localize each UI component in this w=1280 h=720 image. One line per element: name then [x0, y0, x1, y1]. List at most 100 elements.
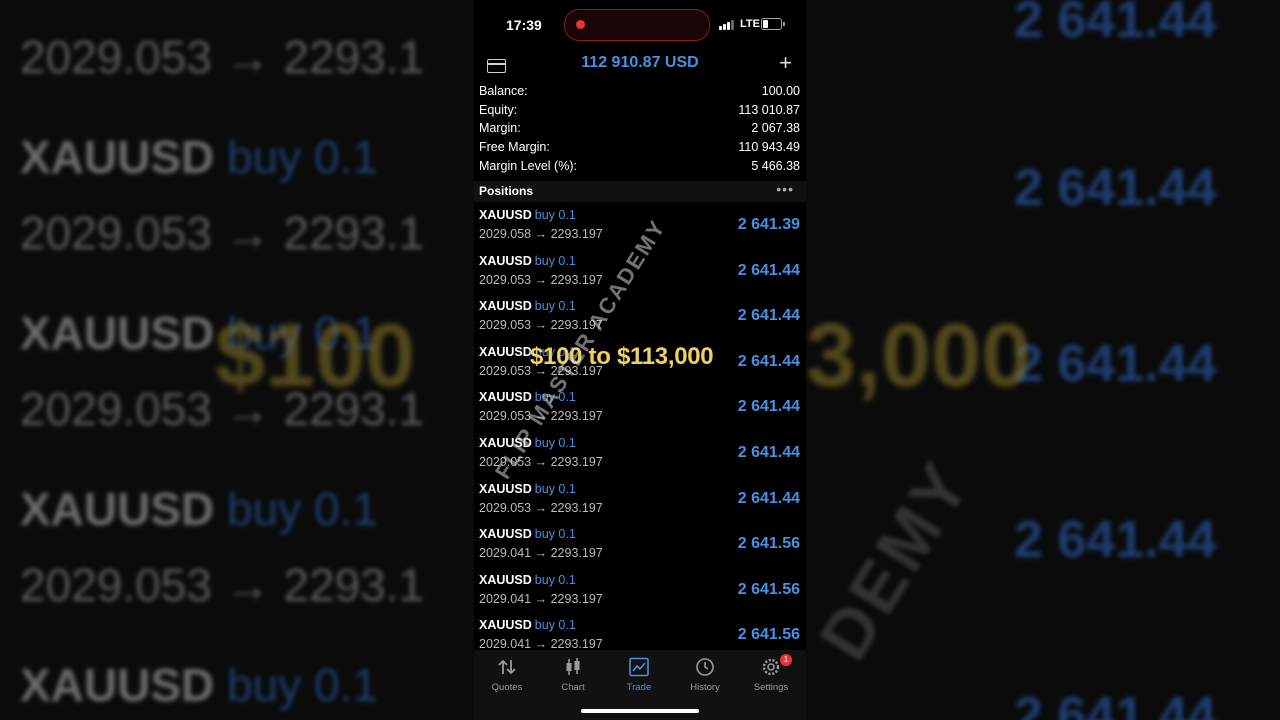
position-profit: 2 641.44 — [737, 307, 800, 325]
position-prices: 2029.041 → 2293.197 — [479, 546, 603, 561]
summary-label: Margin Level (%): — [479, 158, 577, 173]
position-symbol: XAUUSD — [479, 253, 532, 268]
record-dot-icon — [576, 20, 585, 29]
bg-prices-text: 2029.053 → 2293.1 — [20, 31, 425, 83]
position-profit: 2 641.44 — [737, 352, 800, 370]
bg-profit-text: 2 641.44 — [1014, 511, 1217, 569]
tab-label: Chart — [561, 682, 585, 693]
position-row[interactable]: XAUUSD buy 0.1 2029.053 → 2293.197 2 641.44 — [474, 479, 806, 525]
position-symbol-line: XAUUSD buy 0.1 — [479, 527, 576, 541]
positions-header: Positions ••• — [474, 181, 806, 202]
bg-profit-text: 2 641.44 — [1014, 687, 1217, 720]
positions-label: Positions — [479, 184, 534, 198]
position-row[interactable]: XAUUSD buy 0.1 2029.053 → 2293.197 2 641.44 — [474, 296, 806, 342]
bg-prices-text: 2029.053 → 2293.1 — [20, 559, 425, 611]
position-profit: 2 641.44 — [737, 489, 800, 507]
summary-value: 100.00 — [761, 84, 800, 98]
gear-icon — [762, 658, 780, 676]
tab-label: Trade — [626, 682, 652, 693]
position-profit: 2 641.56 — [737, 580, 800, 598]
position-direction: buy 0.1 — [534, 481, 576, 496]
position-symbol: XAUUSD — [479, 344, 532, 359]
bg-profit-text: 2 641.44 — [1014, 0, 1217, 49]
position-symbol-line: XAUUSD buy 0.1 — [479, 254, 576, 268]
position-symbol-line: XAUUSD buy 0.1 — [479, 482, 576, 496]
network-type: LTE — [740, 18, 760, 30]
status-time: 17:39 — [506, 17, 542, 33]
bg-caption-blur: 3,000 — [806, 306, 1032, 406]
summary-value: 110 943.49 — [738, 140, 800, 155]
tab-label: History — [690, 682, 720, 693]
position-profit: 2 641.56 — [737, 535, 800, 553]
position-symbol-line: XAUUSD buy 0.1 — [479, 618, 576, 632]
position-direction: buy 0.1 — [534, 208, 576, 222]
position-direction: buy 0.1 — [534, 253, 576, 268]
candlestick-icon — [566, 658, 580, 675]
position-row[interactable]: XAUUSD buy 0.1 2029.041 → 2293.197 2 641.56 — [474, 524, 806, 570]
position-direction: buy 0.1 — [534, 618, 576, 633]
position-row[interactable]: XAUUSD buy 0.1 2029.041 → 2293.197 2 641.56 — [474, 570, 806, 616]
tab-settings[interactable]: 1 Settings — [738, 650, 804, 696]
summary-row: Balance: 100.00 — [479, 84, 800, 103]
tab-trade[interactable]: Trade — [606, 650, 672, 696]
bg-symbol-line: XAUUSD buy 0.1 — [20, 131, 378, 183]
position-symbol-line: XAUUSD buy 0.1 — [479, 208, 576, 222]
blurred-background-left: 2029.053 → 2293.1 XAUUSD buy 0.1 2029.05… — [0, 0, 474, 720]
trade-chart-icon — [629, 657, 649, 677]
position-profit: 2 641.39 — [737, 216, 800, 233]
summary-value: 113 010.87 — [738, 102, 800, 117]
position-direction: buy 0.1 — [534, 299, 576, 314]
quotes-arrows-icon — [498, 659, 516, 675]
summary-value: 5 466.38 — [751, 158, 800, 173]
more-icon[interactable]: ••• — [776, 181, 794, 197]
summary-label: Equity: — [479, 102, 518, 117]
position-symbol: XAUUSD — [479, 527, 532, 542]
position-direction: buy 0.1 — [534, 572, 576, 587]
tab-label: Quotes — [491, 682, 523, 693]
position-prices: 2029.053 → 2293.197 — [479, 500, 603, 515]
blurred-background-right: 2 641.44 2 641.44 2 641.44 2 641.44 2 64… — [806, 0, 1280, 720]
position-prices: 2029.058 → 2293.197 — [479, 227, 603, 241]
position-prices: 2029.041 → 2293.197 — [479, 591, 603, 606]
summary-value: 2 067.38 — [751, 121, 800, 136]
position-symbol: XAUUSD — [479, 572, 532, 587]
account-summary: Balance: 100.00 Equity: 113 010.87 Margin: 2 … — [479, 84, 800, 177]
position-prices: 2029.053 → 2293.197 — [479, 272, 603, 287]
position-symbol: XAUUSD — [479, 618, 532, 633]
bg-profit-text: 2 641.44 — [1014, 335, 1217, 393]
bg-prices-text: 2029.053 → 2293.1 — [20, 207, 425, 259]
notification-badge: 1 — [780, 654, 792, 666]
position-profit: 2 641.44 — [737, 398, 800, 416]
position-symbol: XAUUSD — [479, 481, 532, 496]
bg-symbol-line: XAUUSD buy 0.1 — [20, 659, 378, 711]
summary-label: Margin: — [479, 121, 521, 136]
summary-label: Free Margin: — [479, 140, 550, 155]
tab-quotes[interactable]: Quotes — [474, 650, 540, 696]
position-symbol: XAUUSD — [479, 208, 532, 222]
position-symbol-line: XAUUSD buy 0.1 — [479, 573, 576, 587]
battery-icon — [761, 18, 785, 30]
position-profit: 2 641.44 — [737, 443, 800, 461]
bg-caption-blur: $100 — [215, 306, 416, 406]
position-profit: 2 641.44 — [737, 261, 800, 279]
bg-symbol-line: XAUUSD buy 0.1 — [20, 483, 378, 535]
home-indicator[interactable] — [581, 709, 699, 713]
position-symbol-line: XAUUSD buy 0.1 — [479, 299, 576, 313]
add-order-icon[interactable]: + — [779, 52, 792, 74]
signal-icon — [719, 20, 735, 30]
tab-history[interactable]: History — [672, 650, 738, 696]
bottom-tab-bar: Quotes Chart Trade History 1 Settings — [474, 650, 806, 720]
tab-chart[interactable]: Chart — [540, 650, 606, 696]
page-title: 112 910.87 USD — [581, 54, 699, 71]
summary-row: Margin: 2 067.38 — [479, 121, 800, 140]
status-bar: 17:39 LTE — [474, 0, 806, 48]
history-clock-icon — [696, 658, 714, 676]
summary-row: Margin Level (%): 5 466.38 — [479, 159, 800, 178]
bg-profit-text: 2 641.44 — [1014, 159, 1217, 217]
screen-recording-indicator[interactable] — [564, 9, 710, 41]
position-direction: buy 0.1 — [534, 435, 576, 450]
tab-label: Settings — [753, 682, 789, 693]
position-profit: 2 641.56 — [737, 626, 800, 644]
trade-header: 112 910.87 USD + — [474, 48, 806, 80]
position-symbol: XAUUSD — [479, 299, 532, 314]
